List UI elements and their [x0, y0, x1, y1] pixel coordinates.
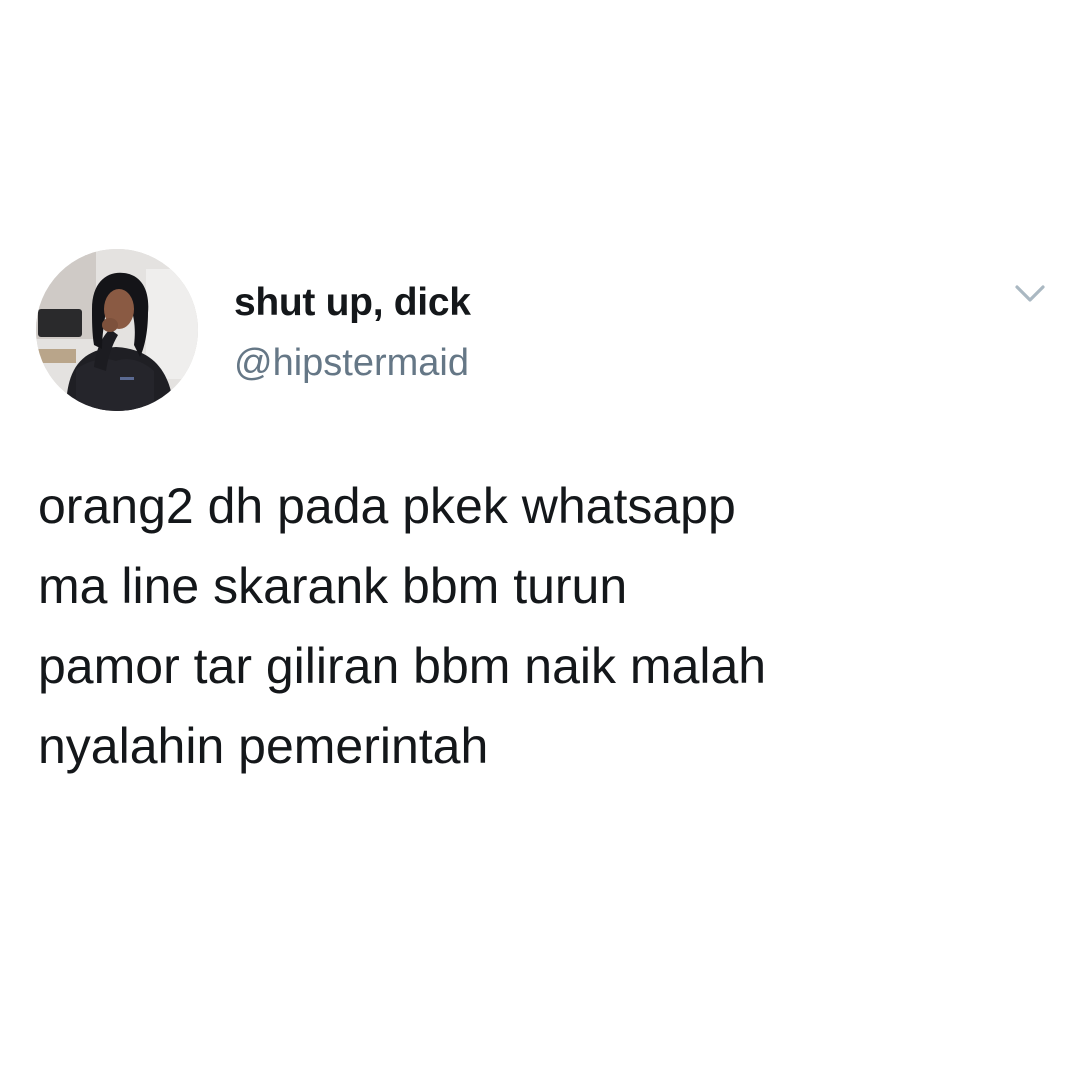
- tweet-text: orang2 dh pada pkek whatsapp ma line ska…: [38, 466, 1048, 786]
- tweet-text-line: orang2 dh pada pkek whatsapp: [38, 478, 736, 534]
- tweet-text-line: ma line skarank bbm turun: [38, 558, 628, 614]
- author-handle[interactable]: @hipstermaid: [234, 342, 469, 385]
- tweet-text-line: nyalahin pemerintah: [38, 718, 489, 774]
- author-display-name[interactable]: shut up, dick: [234, 281, 471, 325]
- tweet-card: shut up, dick @hipstermaid orang2 dh pad…: [0, 0, 1080, 1080]
- avatar[interactable]: [36, 249, 198, 411]
- tweet-text-line: pamor tar giliran bbm naik malah: [38, 638, 767, 694]
- profile-photo-icon: [36, 249, 198, 411]
- tweet-menu-button[interactable]: [1006, 276, 1054, 312]
- chevron-down-icon: [1015, 285, 1045, 302]
